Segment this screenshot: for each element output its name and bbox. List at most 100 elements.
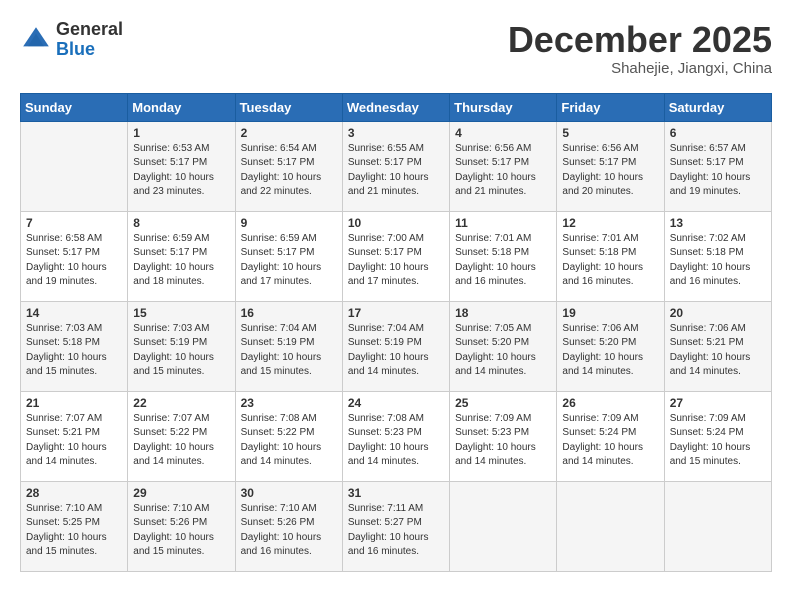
day-number: 2 bbox=[241, 126, 337, 140]
day-number: 23 bbox=[241, 396, 337, 410]
day-info: Sunrise: 6:56 AM Sunset: 5:17 PM Dayligh… bbox=[455, 142, 551, 200]
weekday-header: Thursday bbox=[450, 93, 557, 121]
day-number: 4 bbox=[455, 126, 551, 140]
calendar-cell: 29 Sunrise: 7:10 AM Sunset: 5:26 PM Dayli… bbox=[128, 481, 235, 571]
day-number: 21 bbox=[26, 396, 122, 410]
day-number: 10 bbox=[348, 216, 444, 230]
calendar-cell: 30Sunrise: 7:10 AM Sunset: 5:26 PM Dayli… bbox=[235, 481, 342, 571]
calendar-cell: 18 Sunrise: 7:05 AM Sunset: 5:20 PM Dayli… bbox=[450, 301, 557, 391]
calendar-cell: 16Sunrise: 7:04 AM Sunset: 5:19 PM Dayli… bbox=[235, 301, 342, 391]
weekday-header: Friday bbox=[557, 93, 664, 121]
day-number: 26 bbox=[562, 396, 658, 410]
day-number: 28 bbox=[26, 486, 122, 500]
calendar-cell: 1Sunrise: 6:53 AM Sunset: 5:17 PM Daylig… bbox=[128, 121, 235, 211]
calendar-cell bbox=[664, 481, 771, 571]
day-info: Sunrise: 7:07 AM Sunset: 5:22 PM Dayligh… bbox=[133, 412, 229, 470]
weekday-header: Saturday bbox=[664, 93, 771, 121]
day-number: 7 bbox=[26, 216, 122, 230]
day-number: 27 bbox=[670, 396, 766, 410]
day-number: 15 bbox=[133, 306, 229, 320]
day-number: 25 bbox=[455, 396, 551, 410]
calendar-cell: 24 Sunrise: 7:08 AM Sunset: 5:23 PM Dayli… bbox=[342, 391, 449, 481]
day-info: Sunrise: 6:59 AM Sunset: 5:17 PM Dayligh… bbox=[133, 232, 229, 290]
calendar-cell: 11Sunrise: 7:01 AM Sunset: 5:18 PM Dayli… bbox=[450, 211, 557, 301]
day-info: Sunrise: 6:57 AM Sunset: 5:17 PM Dayligh… bbox=[670, 142, 766, 200]
calendar-cell: 28 Sunrise: 7:10 AM Sunset: 5:25 PM Dayli… bbox=[21, 481, 128, 571]
weekday-header: Sunday bbox=[21, 93, 128, 121]
calendar-cell: 14 Sunrise: 7:03 AM Sunset: 5:18 PM Dayli… bbox=[21, 301, 128, 391]
location-subtitle: Shahejie, Jiangxi, China bbox=[508, 60, 772, 77]
month-title: December 2025 bbox=[508, 20, 772, 60]
day-info: Sunrise: 7:09 AM Sunset: 5:23 PM Dayligh… bbox=[455, 412, 551, 470]
day-info: Sunrise: 7:06 AM Sunset: 5:20 PM Dayligh… bbox=[562, 322, 658, 380]
calendar-cell: 26 Sunrise: 7:09 AM Sunset: 5:24 PM Dayli… bbox=[557, 391, 664, 481]
day-info: Sunrise: 7:01 AM Sunset: 5:18 PM Dayligh… bbox=[455, 232, 551, 290]
day-info: Sunrise: 7:03 AM Sunset: 5:18 PM Dayligh… bbox=[26, 322, 122, 380]
day-info: Sunrise: 7:03 AM Sunset: 5:19 PM Dayligh… bbox=[133, 322, 229, 380]
calendar-cell: 22Sunrise: 7:07 AM Sunset: 5:22 PM Dayli… bbox=[128, 391, 235, 481]
day-info: Sunrise: 7:01 AM Sunset: 5:18 PM Dayligh… bbox=[562, 232, 658, 290]
calendar-cell: 17 Sunrise: 7:04 AM Sunset: 5:19 PM Dayli… bbox=[342, 301, 449, 391]
calendar-cell: 12 Sunrise: 7:01 AM Sunset: 5:18 PM Dayli… bbox=[557, 211, 664, 301]
page-header: General Blue December 2025 Shahejie, Jia… bbox=[20, 20, 772, 77]
calendar-cell: 3Sunrise: 6:55 AM Sunset: 5:17 PM Daylig… bbox=[342, 121, 449, 211]
calendar-cell: 19 Sunrise: 7:06 AM Sunset: 5:20 PM Dayli… bbox=[557, 301, 664, 391]
calendar-header: SundayMondayTuesdayWednesdayThursdayFrid… bbox=[21, 93, 772, 121]
day-number: 30 bbox=[241, 486, 337, 500]
day-info: Sunrise: 7:10 AM Sunset: 5:26 PM Dayligh… bbox=[133, 502, 229, 560]
day-number: 24 bbox=[348, 396, 444, 410]
calendar-cell: 8 Sunrise: 6:59 AM Sunset: 5:17 PM Daylig… bbox=[128, 211, 235, 301]
calendar-cell bbox=[21, 121, 128, 211]
calendar-week-row: 7 Sunrise: 6:58 AM Sunset: 5:17 PM Daylig… bbox=[21, 211, 772, 301]
calendar-cell bbox=[450, 481, 557, 571]
day-info: Sunrise: 7:11 AM Sunset: 5:27 PM Dayligh… bbox=[348, 502, 444, 560]
day-number: 19 bbox=[562, 306, 658, 320]
day-info: Sunrise: 7:06 AM Sunset: 5:21 PM Dayligh… bbox=[670, 322, 766, 380]
logo: General Blue bbox=[20, 20, 123, 60]
calendar-cell: 21Sunrise: 7:07 AM Sunset: 5:21 PM Dayli… bbox=[21, 391, 128, 481]
calendar-cell: 6 Sunrise: 6:57 AM Sunset: 5:17 PM Daylig… bbox=[664, 121, 771, 211]
day-info: Sunrise: 7:04 AM Sunset: 5:19 PM Dayligh… bbox=[348, 322, 444, 380]
day-number: 29 bbox=[133, 486, 229, 500]
day-info: Sunrise: 6:58 AM Sunset: 5:17 PM Dayligh… bbox=[26, 232, 122, 290]
calendar-cell: 13Sunrise: 7:02 AM Sunset: 5:18 PM Dayli… bbox=[664, 211, 771, 301]
day-number: 14 bbox=[26, 306, 122, 320]
day-info: Sunrise: 7:09 AM Sunset: 5:24 PM Dayligh… bbox=[670, 412, 766, 470]
calendar-cell: 2 Sunrise: 6:54 AM Sunset: 5:17 PM Daylig… bbox=[235, 121, 342, 211]
weekday-header: Wednesday bbox=[342, 93, 449, 121]
day-number: 18 bbox=[455, 306, 551, 320]
calendar-cell: 15 Sunrise: 7:03 AM Sunset: 5:19 PM Dayli… bbox=[128, 301, 235, 391]
calendar-week-row: 21Sunrise: 7:07 AM Sunset: 5:21 PM Dayli… bbox=[21, 391, 772, 481]
calendar-cell: 10 Sunrise: 7:00 AM Sunset: 5:17 PM Dayli… bbox=[342, 211, 449, 301]
day-number: 1 bbox=[133, 126, 229, 140]
calendar-cell: 9Sunrise: 6:59 AM Sunset: 5:17 PM Daylig… bbox=[235, 211, 342, 301]
calendar-week-row: 28 Sunrise: 7:10 AM Sunset: 5:25 PM Dayli… bbox=[21, 481, 772, 571]
weekday-header: Tuesday bbox=[235, 93, 342, 121]
day-number: 8 bbox=[133, 216, 229, 230]
day-info: Sunrise: 7:05 AM Sunset: 5:20 PM Dayligh… bbox=[455, 322, 551, 380]
calendar-cell: 20 Sunrise: 7:06 AM Sunset: 5:21 PM Dayli… bbox=[664, 301, 771, 391]
calendar-cell: 7 Sunrise: 6:58 AM Sunset: 5:17 PM Daylig… bbox=[21, 211, 128, 301]
day-info: Sunrise: 6:54 AM Sunset: 5:17 PM Dayligh… bbox=[241, 142, 337, 200]
day-info: Sunrise: 7:00 AM Sunset: 5:17 PM Dayligh… bbox=[348, 232, 444, 290]
calendar-cell bbox=[557, 481, 664, 571]
calendar-cell: 31 Sunrise: 7:11 AM Sunset: 5:27 PM Dayli… bbox=[342, 481, 449, 571]
day-number: 31 bbox=[348, 486, 444, 500]
day-number: 6 bbox=[670, 126, 766, 140]
weekday-row: SundayMondayTuesdayWednesdayThursdayFrid… bbox=[21, 93, 772, 121]
logo-general: General bbox=[56, 19, 123, 39]
day-info: Sunrise: 7:09 AM Sunset: 5:24 PM Dayligh… bbox=[562, 412, 658, 470]
day-info: Sunrise: 6:55 AM Sunset: 5:17 PM Dayligh… bbox=[348, 142, 444, 200]
day-number: 12 bbox=[562, 216, 658, 230]
day-number: 20 bbox=[670, 306, 766, 320]
calendar-cell: 27 Sunrise: 7:09 AM Sunset: 5:24 PM Dayli… bbox=[664, 391, 771, 481]
day-number: 13 bbox=[670, 216, 766, 230]
day-number: 17 bbox=[348, 306, 444, 320]
calendar-cell: 23Sunrise: 7:08 AM Sunset: 5:22 PM Dayli… bbox=[235, 391, 342, 481]
calendar-cell: 25 Sunrise: 7:09 AM Sunset: 5:23 PM Dayli… bbox=[450, 391, 557, 481]
calendar-week-row: 14 Sunrise: 7:03 AM Sunset: 5:18 PM Dayli… bbox=[21, 301, 772, 391]
calendar-body: 1Sunrise: 6:53 AM Sunset: 5:17 PM Daylig… bbox=[21, 121, 772, 571]
logo-icon bbox=[20, 24, 52, 56]
day-info: Sunrise: 7:08 AM Sunset: 5:23 PM Dayligh… bbox=[348, 412, 444, 470]
day-info: Sunrise: 7:10 AM Sunset: 5:25 PM Dayligh… bbox=[26, 502, 122, 560]
